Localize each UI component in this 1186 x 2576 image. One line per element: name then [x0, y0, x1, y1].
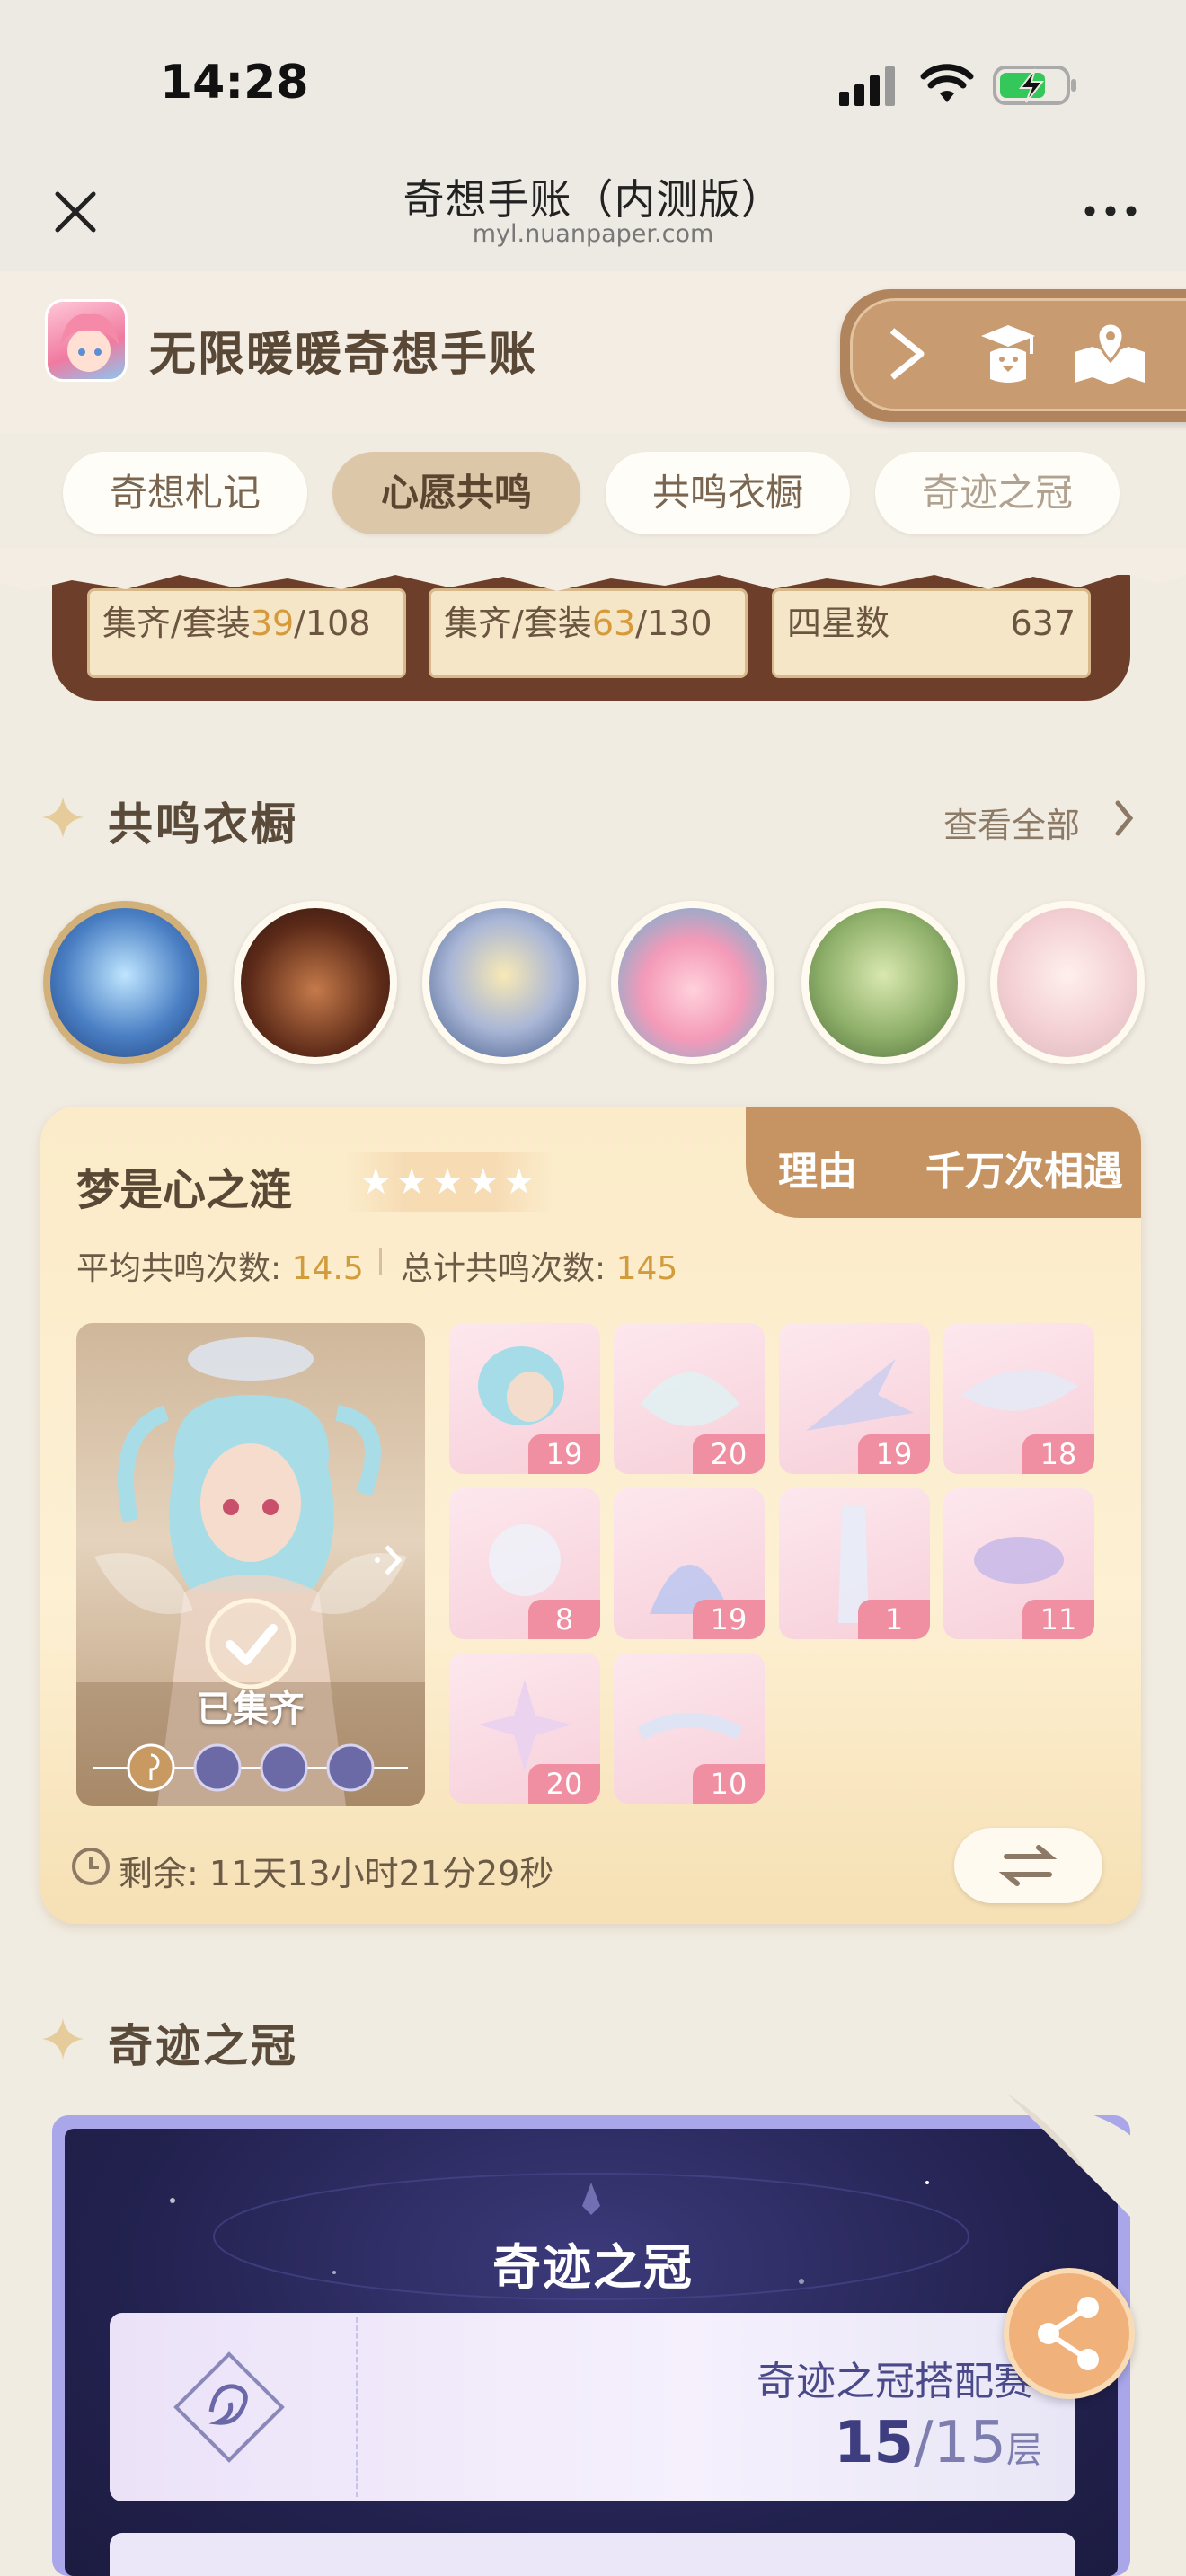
page-title: 奇想手账（内测版） — [403, 175, 783, 224]
clock-icon — [72, 1848, 110, 1885]
card-tab-reason[interactable]: 理由 — [778, 1139, 857, 1196]
torn-paper-edge — [0, 548, 1186, 591]
tab-miracle-crown[interactable]: 奇迹之冠 — [875, 452, 1120, 534]
map-location-icon[interactable] — [1069, 316, 1150, 388]
meta-divider — [379, 1248, 382, 1275]
cellular-signal-icon — [839, 66, 895, 106]
contest-label: 奇迹之冠搭配赛 — [757, 2359, 1033, 2404]
hero-next-icon[interactable] — [370, 1538, 415, 1583]
collected-check-icon — [205, 1598, 296, 1689]
star-rating: ★★★★★ — [346, 1152, 553, 1212]
swap-button[interactable] — [954, 1828, 1102, 1903]
next-ticket-peek — [110, 2533, 1075, 2576]
section-star-icon — [42, 797, 84, 838]
total-resonance: 总计共鸣次数: 145 — [401, 1250, 678, 1287]
wardrobe-avatar-1[interactable] — [43, 901, 207, 1064]
outfit-piece-9[interactable]: 20 — [449, 1653, 600, 1804]
page-curl-corner — [1006, 2093, 1141, 2228]
crown-panel-title: 奇迹之冠 — [492, 2239, 694, 2296]
tab-notes[interactable]: 奇想札记 — [63, 452, 307, 534]
wardrobe-avatar-4[interactable] — [611, 901, 774, 1064]
app-logo — [45, 299, 128, 382]
scholar-duck-icon[interactable] — [972, 316, 1044, 388]
view-all-link[interactable]: 查看全部 — [943, 798, 1080, 847]
outfit-piece-10[interactable]: 10 — [614, 1653, 765, 1804]
app-name: 无限暖暖奇想手账 — [149, 328, 538, 382]
remaining-time: 剩余: 11天13小时21分29秒 — [119, 1854, 554, 1893]
outfit-piece-2[interactable]: 20 — [614, 1323, 765, 1474]
collected-label: 已集齐 — [197, 1689, 305, 1730]
share-button[interactable] — [1004, 2268, 1135, 2399]
outfit-piece-4[interactable]: 18 — [943, 1323, 1094, 1474]
wardrobe-avatar-3[interactable] — [422, 901, 586, 1064]
outfit-piece-5[interactable]: 8 — [449, 1488, 600, 1639]
swap-arrows-icon — [998, 1845, 1058, 1886]
page-url: myl.nuanpaper.com — [472, 220, 714, 248]
evolution-stages — [90, 1742, 412, 1793]
outfit-name: 梦是心之涟 — [76, 1165, 293, 1215]
more-options-icon[interactable] — [1084, 205, 1137, 217]
outfit-piece-7[interactable]: 1 — [779, 1488, 930, 1639]
chevron-right-icon[interactable] — [1111, 798, 1137, 839]
wardrobe-avatar-2[interactable] — [234, 901, 397, 1064]
avg-resonance: 平均共鸣次数: 14.5 — [76, 1250, 364, 1287]
tab-resonance-wardrobe[interactable]: 共鸣衣橱 — [606, 452, 850, 534]
contest-progress: 15/15层 — [833, 2410, 1042, 2476]
section-star-icon — [42, 2018, 84, 2060]
wardrobe-section-title: 共鸣衣橱 — [108, 798, 298, 851]
outfit-piece-8[interactable]: 11 — [943, 1488, 1094, 1639]
battery-charging-icon — [993, 66, 1076, 105]
outfit-piece-6[interactable]: 19 — [614, 1488, 765, 1639]
outfit-piece-3[interactable]: 19 — [779, 1323, 930, 1474]
wifi-icon — [920, 64, 974, 102]
wardrobe-avatar-5[interactable] — [801, 901, 965, 1064]
share-icon — [1038, 2297, 1099, 2370]
tab-wish-resonance[interactable]: 心愿共鸣 — [332, 452, 580, 534]
status-time: 14:28 — [160, 56, 309, 110]
wardrobe-avatar-6[interactable] — [990, 901, 1145, 1064]
outfit-piece-1[interactable]: 19 — [449, 1323, 600, 1474]
play-arrow-icon[interactable] — [885, 325, 930, 383]
card-tab-encounter[interactable]: 千万次相遇 — [925, 1139, 1141, 1196]
crown-section-title: 奇迹之冠 — [108, 2020, 298, 2072]
